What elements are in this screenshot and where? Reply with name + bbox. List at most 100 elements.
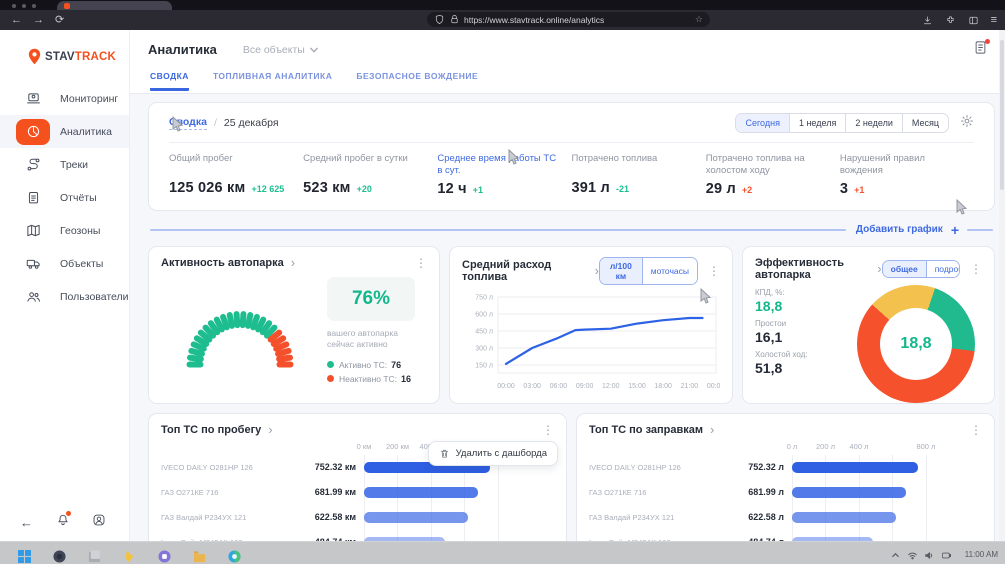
- page-scrollbar[interactable]: [999, 30, 1005, 541]
- sidebar-item-reports[interactable]: Отчёты: [0, 181, 129, 214]
- period-button-3[interactable]: Месяц: [902, 114, 948, 132]
- battery-icon[interactable]: [942, 551, 951, 560]
- bookmark-star-icon[interactable]: ☆: [695, 14, 703, 25]
- sidebar-item-tracks[interactable]: Треки: [0, 148, 129, 181]
- gear-icon[interactable]: [960, 114, 974, 133]
- notifications-bell-icon[interactable]: [56, 513, 70, 532]
- chevron-right-icon[interactable]: ›: [710, 425, 714, 435]
- tab-safe-driving[interactable]: БЕЗОПАСНОЕ ВОЖДЕНИЕ: [356, 71, 478, 91]
- monitoring-icon: [16, 86, 50, 112]
- app-menu-icon[interactable]: ≡: [991, 14, 997, 26]
- remove-from-dashboard-item[interactable]: Удалить с дашборда: [456, 448, 547, 459]
- stat-label[interactable]: Среднее время работы ТС в сут.: [437, 153, 559, 178]
- system-tray[interactable]: [891, 551, 951, 560]
- report-notification-icon[interactable]: [973, 40, 989, 56]
- objects-filter-dropdown[interactable]: Все объекты: [243, 44, 318, 56]
- chevron-right-icon[interactable]: ›: [877, 264, 881, 274]
- volume-icon[interactable]: [925, 551, 934, 560]
- kebab-menu-icon[interactable]: ⋮: [970, 263, 982, 275]
- chevron-right-icon[interactable]: ›: [268, 425, 272, 435]
- card-title[interactable]: Эффективность автопарка: [755, 257, 870, 281]
- network-icon[interactable]: [908, 551, 917, 560]
- sidebar-item-monitoring[interactable]: Мониторинг: [0, 82, 129, 115]
- taskbar-app-window-icon[interactable]: [88, 550, 101, 563]
- kebab-menu-icon[interactable]: ⋮: [415, 257, 427, 269]
- summary-date: 25 декабря: [224, 117, 279, 129]
- svg-text:750 л: 750 л: [475, 294, 493, 301]
- sidebar-item-analytics[interactable]: Аналитика: [0, 115, 129, 148]
- period-button-1[interactable]: 1 неделя: [789, 114, 845, 132]
- fuel-toggle-1[interactable]: моточасы: [642, 258, 697, 284]
- file-manager-icon[interactable]: [193, 550, 206, 563]
- bar: [792, 487, 906, 498]
- window-button[interactable]: [12, 4, 16, 8]
- legend-dot: [327, 375, 334, 382]
- users-icon: [16, 284, 50, 310]
- kebab-menu-icon[interactable]: ⋮: [708, 265, 720, 277]
- bar-value: 622.58 км: [309, 512, 364, 522]
- browser-toolbar: ← → ⟳ https://www.stavtrack.online/analy…: [0, 10, 1005, 30]
- downloads-icon[interactable]: [922, 15, 933, 26]
- back-button[interactable]: ←: [11, 11, 22, 29]
- fleet-activity-card: Активность автопарка › ⋮ 76% вашего авто…: [148, 246, 440, 404]
- lock-icon: [449, 14, 460, 25]
- donut-center-value: 18,8: [880, 308, 952, 380]
- extensions-icon[interactable]: [945, 15, 956, 26]
- logo[interactable]: STAV TRACK: [26, 47, 129, 66]
- taskbar-app-yellow-icon[interactable]: [123, 550, 136, 563]
- kebab-menu-icon[interactable]: ⋮: [542, 424, 554, 436]
- stat-label: Средний пробег в сутки: [303, 153, 425, 177]
- efficiency-toggle-0[interactable]: общее: [883, 261, 926, 277]
- profile-icon[interactable]: [92, 513, 106, 532]
- stat-label: Потрачено топлива на холостом ходу: [706, 153, 828, 178]
- tray-expand-icon[interactable]: [891, 551, 900, 560]
- address-bar[interactable]: https://www.stavtrack.online/analytics ☆: [427, 12, 710, 27]
- axis-tick-label: 200 км: [386, 442, 409, 451]
- kebab-menu-icon[interactable]: ⋮: [970, 424, 982, 436]
- sidebar-item-objects[interactable]: Объекты: [0, 247, 129, 280]
- bar-track: [792, 512, 972, 523]
- sidebar-item-geozones[interactable]: Геозоны: [0, 214, 129, 247]
- card-title[interactable]: Топ ТС по пробегу: [161, 424, 261, 436]
- taskbar-app-dark-icon[interactable]: [53, 550, 66, 563]
- stat-value-row: 12 ч+1: [437, 181, 559, 197]
- bar: [364, 512, 468, 523]
- shield-icon[interactable]: [434, 14, 445, 25]
- period-button-2[interactable]: 2 недели: [845, 114, 902, 132]
- bar: [792, 512, 896, 523]
- tab-fuel-analytics[interactable]: ТОПЛИВНАЯ АНАЛИТИКА: [213, 71, 332, 91]
- sidebar-toggle-icon[interactable]: [968, 15, 979, 26]
- browser-tabstrip: [0, 0, 1005, 10]
- fuel-toggle-0[interactable]: л/100 км: [600, 258, 642, 284]
- browser-tab[interactable]: [57, 1, 172, 10]
- tab-summary[interactable]: СВОДКА: [150, 71, 189, 91]
- card-title[interactable]: Активность автопарка: [161, 257, 284, 269]
- gauge-segment: [277, 362, 294, 368]
- add-chart-button[interactable]: Добавить график: [856, 224, 943, 235]
- start-button[interactable]: [18, 550, 31, 563]
- reports-icon: [16, 185, 50, 211]
- card-title[interactable]: Топ ТС по заправкам: [589, 424, 703, 436]
- window-button[interactable]: [32, 4, 36, 8]
- card-title[interactable]: Средний расход топлива: [462, 259, 588, 283]
- clock[interactable]: 11:00 AM: [965, 550, 998, 559]
- legend-item: Активно ТС:76: [327, 360, 427, 370]
- browser-icon[interactable]: [228, 550, 241, 563]
- efficiency-donut-chart: 18,8: [857, 285, 975, 403]
- objects-filter-label: Все объекты: [243, 44, 305, 56]
- reload-button[interactable]: ⟳: [55, 11, 64, 29]
- plus-icon[interactable]: +: [951, 222, 959, 238]
- stat-value-row: 29 л+2: [706, 181, 828, 197]
- window-button[interactable]: [22, 4, 26, 8]
- scrollbar-thumb[interactable]: [1000, 40, 1004, 190]
- stat-label: Общий пробег: [169, 153, 291, 177]
- efficiency-toggle-1[interactable]: подробно: [926, 261, 960, 277]
- sidebar-item-users[interactable]: Пользователи: [0, 280, 129, 313]
- taskbar-app-purple-icon[interactable]: [158, 550, 171, 563]
- period-button-0[interactable]: Сегодня: [736, 114, 789, 132]
- chevron-right-icon[interactable]: ›: [291, 258, 295, 268]
- summary-breadcrumb-link[interactable]: Сводка: [169, 116, 207, 130]
- collapse-sidebar-icon[interactable]: ←: [20, 515, 33, 530]
- forward-button[interactable]: →: [33, 11, 44, 29]
- legend-value: 76: [391, 360, 401, 370]
